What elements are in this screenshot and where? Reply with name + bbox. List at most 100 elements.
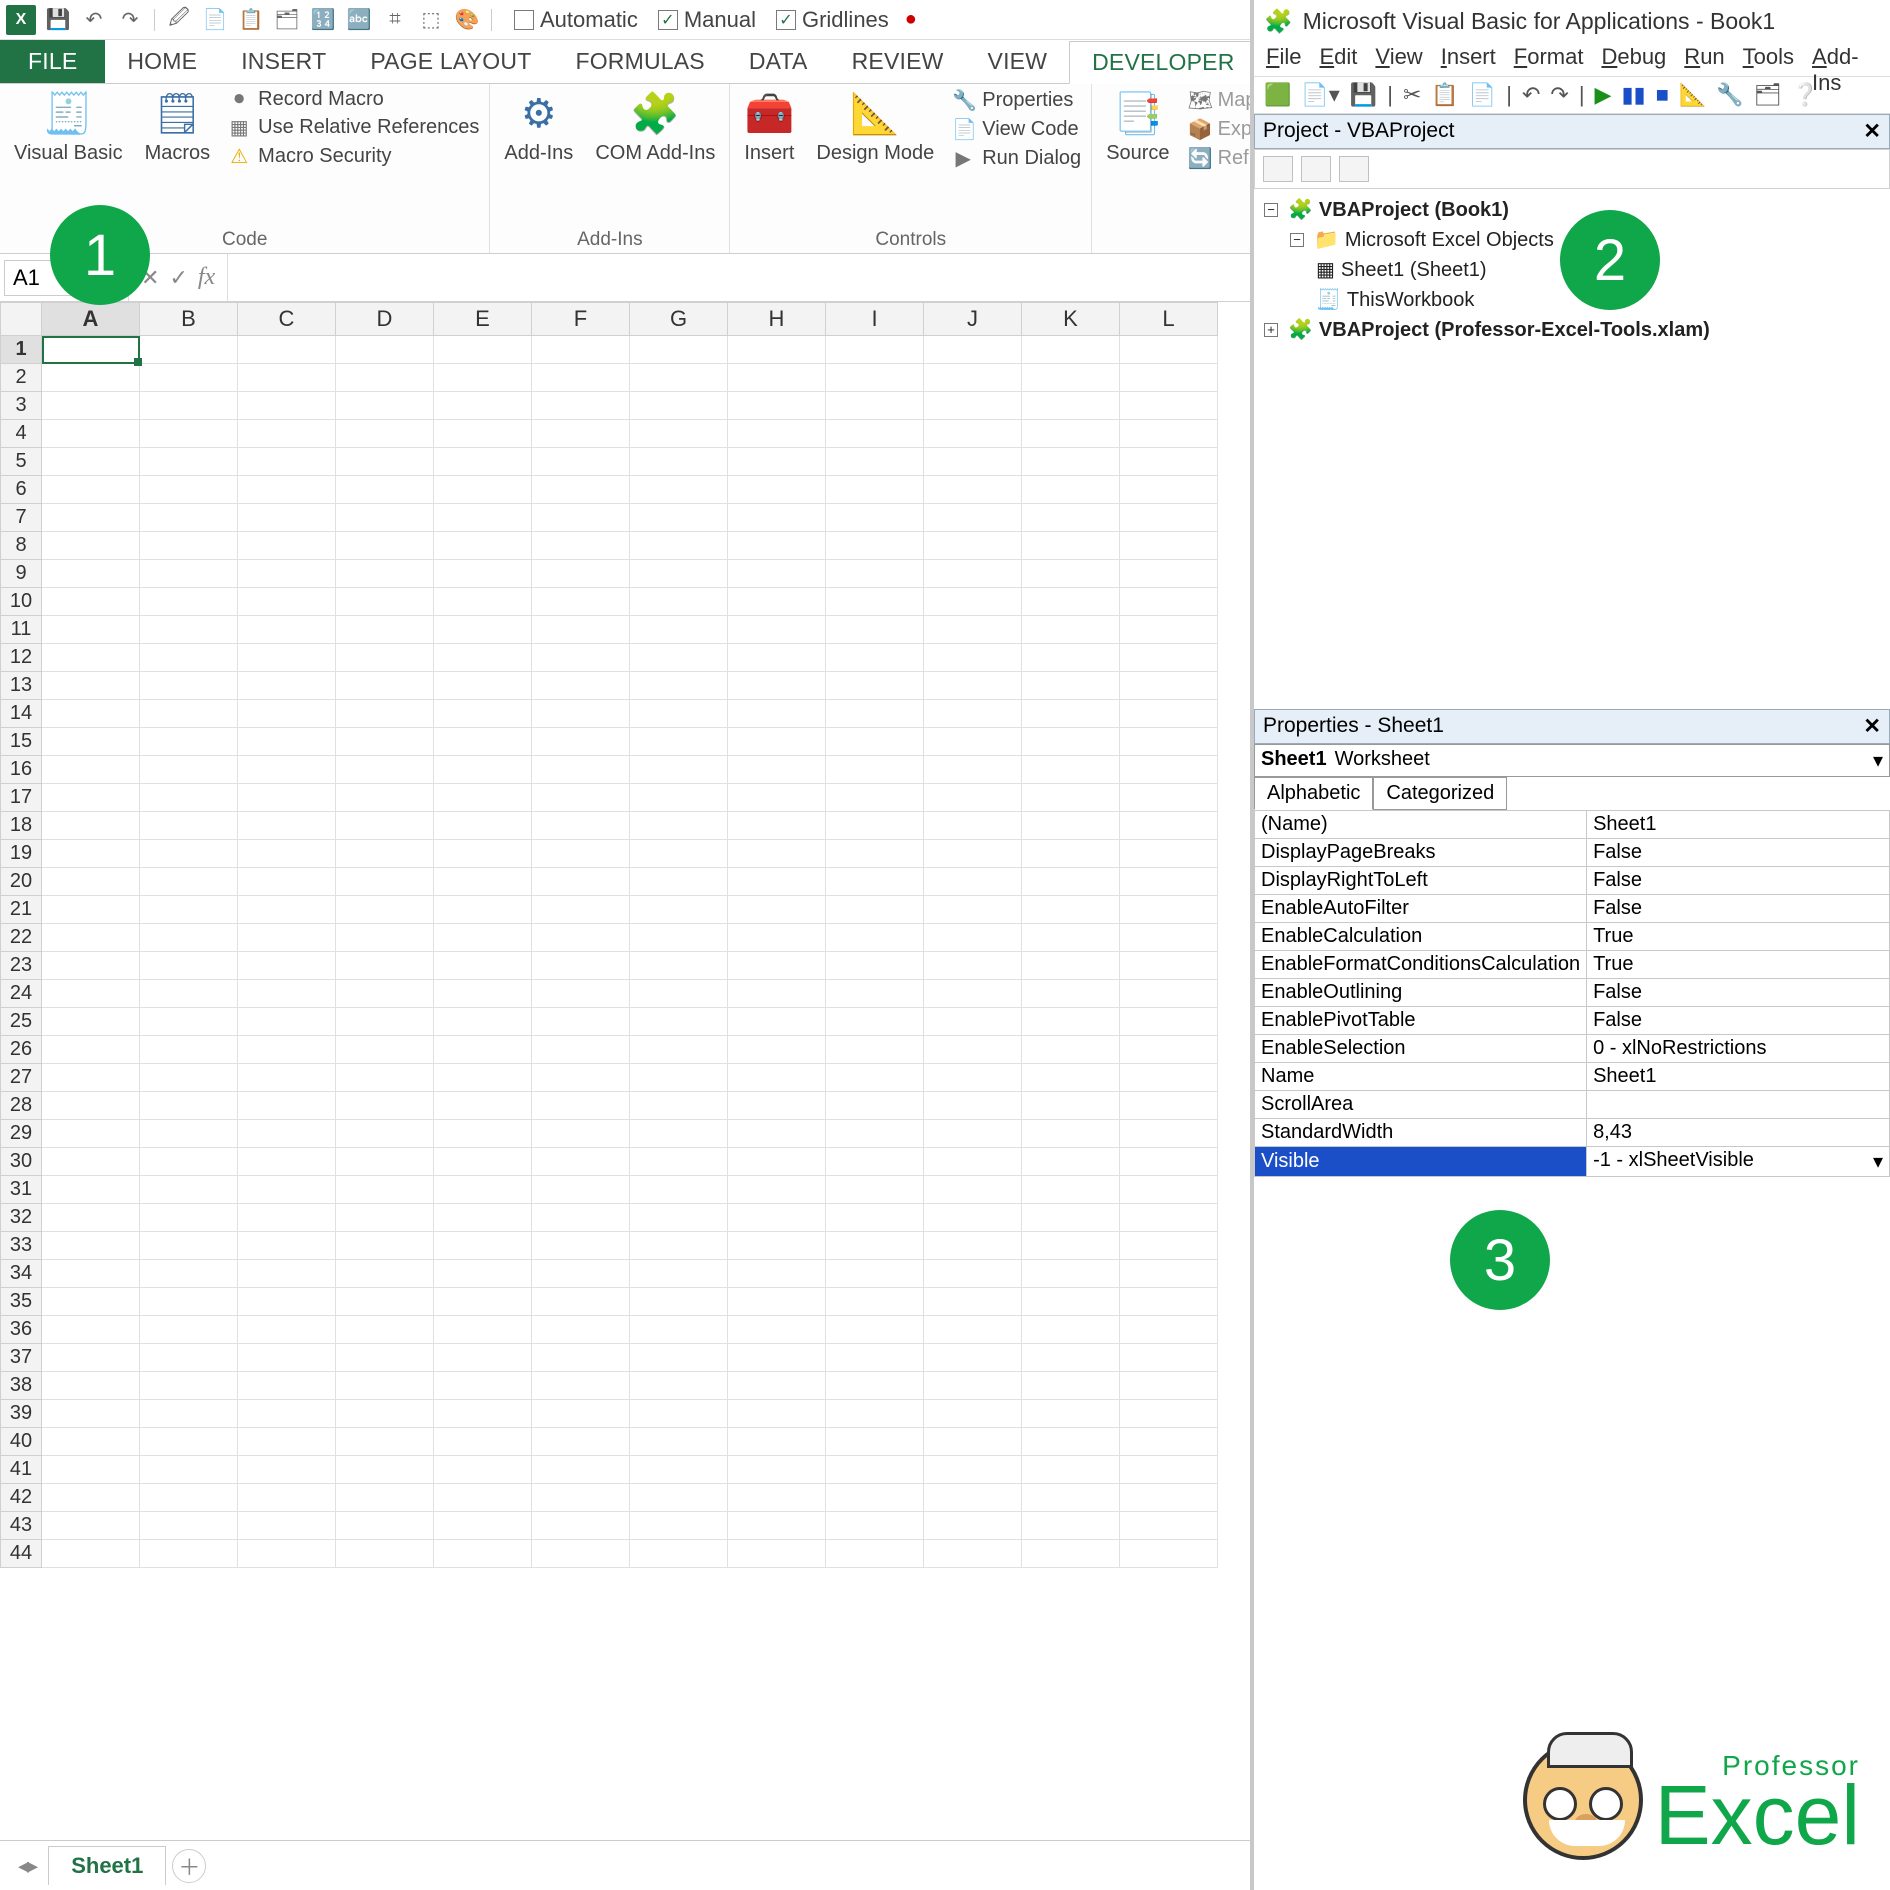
cell[interactable]	[336, 504, 434, 532]
cell[interactable]	[826, 644, 924, 672]
cell[interactable]	[336, 1092, 434, 1120]
cell[interactable]	[826, 1484, 924, 1512]
cell[interactable]	[532, 1428, 630, 1456]
row-header[interactable]: 16	[0, 756, 42, 784]
cell[interactable]	[826, 1260, 924, 1288]
cell[interactable]	[532, 1456, 630, 1484]
cell[interactable]	[434, 448, 532, 476]
cell[interactable]	[336, 784, 434, 812]
column-header[interactable]: L	[1120, 302, 1218, 336]
close-icon[interactable]: ✕	[1863, 714, 1881, 739]
manual-checkbox[interactable]: ✓Manual	[658, 7, 756, 33]
cell[interactable]	[826, 1316, 924, 1344]
cell[interactable]	[630, 1540, 728, 1568]
cell[interactable]	[630, 924, 728, 952]
cell[interactable]	[1022, 784, 1120, 812]
row-header[interactable]: 19	[0, 840, 42, 868]
cell[interactable]	[140, 1372, 238, 1400]
cell[interactable]	[1120, 1316, 1218, 1344]
properties-tabs[interactable]: Alphabetic Categorized	[1254, 777, 1890, 810]
cell[interactable]	[924, 924, 1022, 952]
properties-button[interactable]: 🔧Properties	[952, 88, 1081, 113]
cell[interactable]	[238, 868, 336, 896]
row-header[interactable]: 1	[0, 336, 42, 364]
cell[interactable]	[238, 1008, 336, 1036]
row-header[interactable]: 17	[0, 784, 42, 812]
cell[interactable]	[532, 392, 630, 420]
sheet-nav-prev-icon[interactable]: ◂ ▸	[10, 1853, 42, 1879]
cell[interactable]	[728, 1036, 826, 1064]
row-header[interactable]: 13	[0, 672, 42, 700]
cell[interactable]	[140, 896, 238, 924]
cell[interactable]	[238, 1260, 336, 1288]
cell[interactable]	[140, 728, 238, 756]
cell[interactable]	[1120, 1064, 1218, 1092]
cell[interactable]	[826, 756, 924, 784]
cell[interactable]	[434, 1400, 532, 1428]
cell[interactable]	[238, 364, 336, 392]
cell[interactable]	[336, 448, 434, 476]
cell[interactable]	[434, 1036, 532, 1064]
cell[interactable]	[826, 1064, 924, 1092]
cell[interactable]	[42, 896, 140, 924]
ribbon-tab-formulas[interactable]: FORMULAS	[553, 40, 726, 83]
cell[interactable]	[1120, 924, 1218, 952]
cell[interactable]	[336, 336, 434, 364]
cell[interactable]	[1022, 616, 1120, 644]
cell[interactable]	[434, 700, 532, 728]
cell[interactable]	[140, 672, 238, 700]
cell[interactable]	[728, 1288, 826, 1316]
cell[interactable]	[826, 476, 924, 504]
cell[interactable]	[924, 420, 1022, 448]
cell[interactable]	[924, 1456, 1022, 1484]
cell[interactable]	[1022, 644, 1120, 672]
cell[interactable]	[924, 1008, 1022, 1036]
undo-icon[interactable]: ↶	[1522, 82, 1540, 108]
macros-button[interactable]: 🗒Macros	[141, 88, 215, 167]
cell[interactable]	[336, 756, 434, 784]
cell[interactable]	[1120, 980, 1218, 1008]
cell[interactable]	[434, 1344, 532, 1372]
property-row[interactable]: EnableFormatConditionsCalculationTrue	[1255, 951, 1890, 979]
cell[interactable]	[140, 1540, 238, 1568]
cell[interactable]	[1022, 364, 1120, 392]
row-header[interactable]: 4	[0, 420, 42, 448]
cell[interactable]	[728, 1372, 826, 1400]
cell[interactable]	[924, 1400, 1022, 1428]
column-header[interactable]: C	[238, 302, 336, 336]
cell[interactable]	[42, 1288, 140, 1316]
cell[interactable]	[434, 812, 532, 840]
vba-menu-debug[interactable]: Debug	[1601, 44, 1666, 74]
com-addins-button[interactable]: 🧩COM Add-Ins	[591, 88, 719, 167]
cell[interactable]	[728, 364, 826, 392]
cell[interactable]	[1120, 728, 1218, 756]
vba-tool-icon[interactable]: 🔧	[1716, 82, 1743, 108]
cell[interactable]	[140, 756, 238, 784]
cell[interactable]	[924, 1204, 1022, 1232]
cell[interactable]	[728, 952, 826, 980]
cell[interactable]	[1120, 868, 1218, 896]
cell[interactable]	[826, 672, 924, 700]
properties-table[interactable]: (Name)Sheet1DisplayPageBreaksFalseDispla…	[1254, 810, 1890, 1177]
cell[interactable]	[630, 1204, 728, 1232]
cell[interactable]	[1120, 1428, 1218, 1456]
cell[interactable]	[1022, 420, 1120, 448]
column-header[interactable]: D	[336, 302, 434, 336]
cell[interactable]	[140, 448, 238, 476]
automatic-checkbox[interactable]: Automatic	[514, 7, 638, 33]
cell[interactable]	[1022, 1232, 1120, 1260]
qat-icon[interactable]: 🔤	[345, 6, 373, 34]
cell[interactable]	[1022, 728, 1120, 756]
cell[interactable]	[1120, 1148, 1218, 1176]
vba-tool-icon[interactable]: 🗂	[1754, 82, 1782, 108]
property-row[interactable]: EnablePivotTableFalse	[1255, 1007, 1890, 1035]
cell[interactable]	[728, 616, 826, 644]
cell[interactable]	[434, 588, 532, 616]
property-row[interactable]: ScrollArea	[1255, 1091, 1890, 1119]
cell[interactable]	[434, 1148, 532, 1176]
ribbon-tab-view[interactable]: VIEW	[966, 40, 1070, 83]
cell[interactable]	[42, 532, 140, 560]
cell[interactable]	[728, 532, 826, 560]
cell[interactable]	[728, 1400, 826, 1428]
row-header[interactable]: 2	[0, 364, 42, 392]
